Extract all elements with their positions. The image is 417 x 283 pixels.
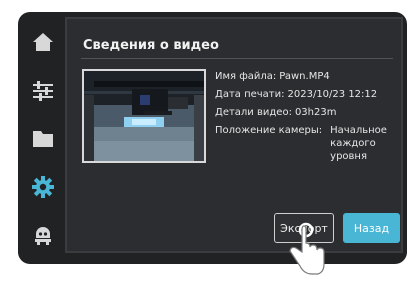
file-name-label: Имя файла: bbox=[215, 71, 277, 82]
video-details-label: Детали видео: bbox=[215, 107, 292, 118]
video-thumbnail bbox=[82, 69, 206, 163]
camera-position-label: Положение камеры: bbox=[215, 125, 323, 136]
file-name-row: Имя файла: Pawn.MP4 bbox=[215, 70, 392, 83]
dialog-title: Сведения о видео bbox=[83, 38, 219, 53]
camera-position-value: Начальное каждого уровня bbox=[330, 125, 387, 162]
robot-icon bbox=[35, 227, 51, 245]
printer-camera-image bbox=[84, 71, 204, 161]
sidebar-item-home[interactable] bbox=[30, 29, 56, 55]
sidebar bbox=[22, 22, 64, 260]
sidebar-item-files[interactable] bbox=[30, 126, 56, 152]
sliders-icon bbox=[33, 81, 53, 101]
sidebar-item-settings-sliders[interactable] bbox=[30, 78, 56, 104]
sidebar-item-robot[interactable] bbox=[30, 222, 56, 248]
file-name-value: Pawn.MP4 bbox=[279, 71, 330, 82]
folder-icon bbox=[33, 131, 53, 147]
camera-position-row: Положение камеры: Начальное каждого уров… bbox=[215, 124, 392, 163]
title-divider bbox=[81, 58, 393, 59]
gear-icon bbox=[32, 176, 54, 198]
video-details-row: Детали видео: 03h23m bbox=[215, 106, 392, 119]
print-date-value: 2023/10/23 12:12 bbox=[287, 89, 378, 100]
pointer-hand-icon bbox=[289, 222, 325, 275]
print-date-row: Дата печати: 2023/10/23 12:12 bbox=[215, 88, 392, 101]
video-details-value: 03h23m bbox=[294, 107, 337, 118]
home-icon bbox=[33, 33, 53, 51]
video-details: Имя файла: Pawn.MP4 Дата печати: 2023/10… bbox=[215, 70, 392, 168]
back-button[interactable]: Назад bbox=[343, 213, 400, 243]
video-info-dialog: Сведения о видео Имя файла: Pawn.MP4 Дат… bbox=[65, 17, 403, 253]
sidebar-item-settings[interactable] bbox=[30, 174, 56, 200]
print-date-label: Дата печати: bbox=[215, 89, 285, 100]
